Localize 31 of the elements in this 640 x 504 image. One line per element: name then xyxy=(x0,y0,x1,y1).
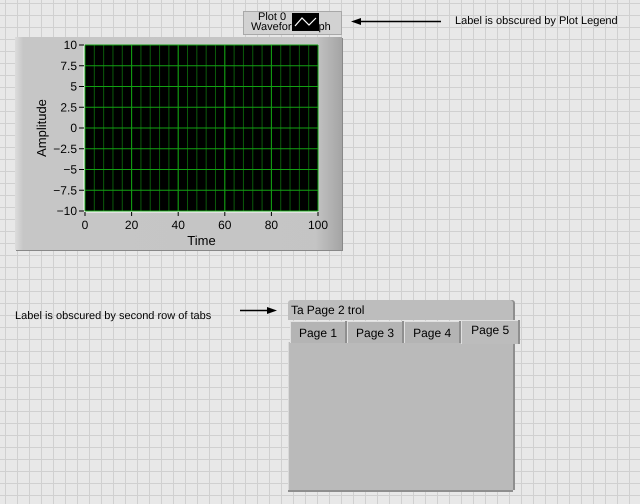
tab[interactable]: Page 4 xyxy=(404,321,460,343)
tick-label: 20 xyxy=(124,218,138,232)
tick-label: 0 xyxy=(70,121,77,135)
graph-label: ph xyxy=(318,22,331,33)
tick-label: −5 xyxy=(63,162,77,176)
annotation-text: Label is obscured by second row of tabs xyxy=(15,310,212,322)
arrow xyxy=(240,307,277,314)
tick-label: 80 xyxy=(264,218,278,232)
tick-label: −7.5 xyxy=(53,183,77,198)
tick-label: −2.5 xyxy=(53,142,77,156)
plot-name: Plot 0 xyxy=(258,12,286,23)
tick-label: −10 xyxy=(56,204,77,218)
tab[interactable]: Page 3 xyxy=(347,321,402,343)
tick-label: 10 xyxy=(64,38,77,52)
tick-label: 2.5 xyxy=(60,100,77,114)
tick-label: 60 xyxy=(218,218,232,232)
tick-label: 100 xyxy=(308,218,328,232)
tick-label: 40 xyxy=(172,218,185,232)
plot-swatch-icon xyxy=(292,13,319,31)
tab[interactable]: Page 1 xyxy=(290,321,346,343)
axis-title: Time xyxy=(187,233,216,248)
tab-control-label: Ta xyxy=(291,303,304,317)
graph-label: Wavefor xyxy=(251,22,292,33)
axis-title: Amplitude xyxy=(34,99,49,157)
tick-label: 7.5 xyxy=(60,58,77,73)
tab[interactable]: Page 5 xyxy=(461,320,518,344)
annotation-text: Label is obscured by Plot Legend xyxy=(455,15,618,27)
tab-control-label: trol xyxy=(348,303,364,317)
tick-label: 0 xyxy=(82,218,88,232)
tick-label: 5 xyxy=(70,80,77,94)
tab[interactable]: Page 2 xyxy=(304,303,348,317)
